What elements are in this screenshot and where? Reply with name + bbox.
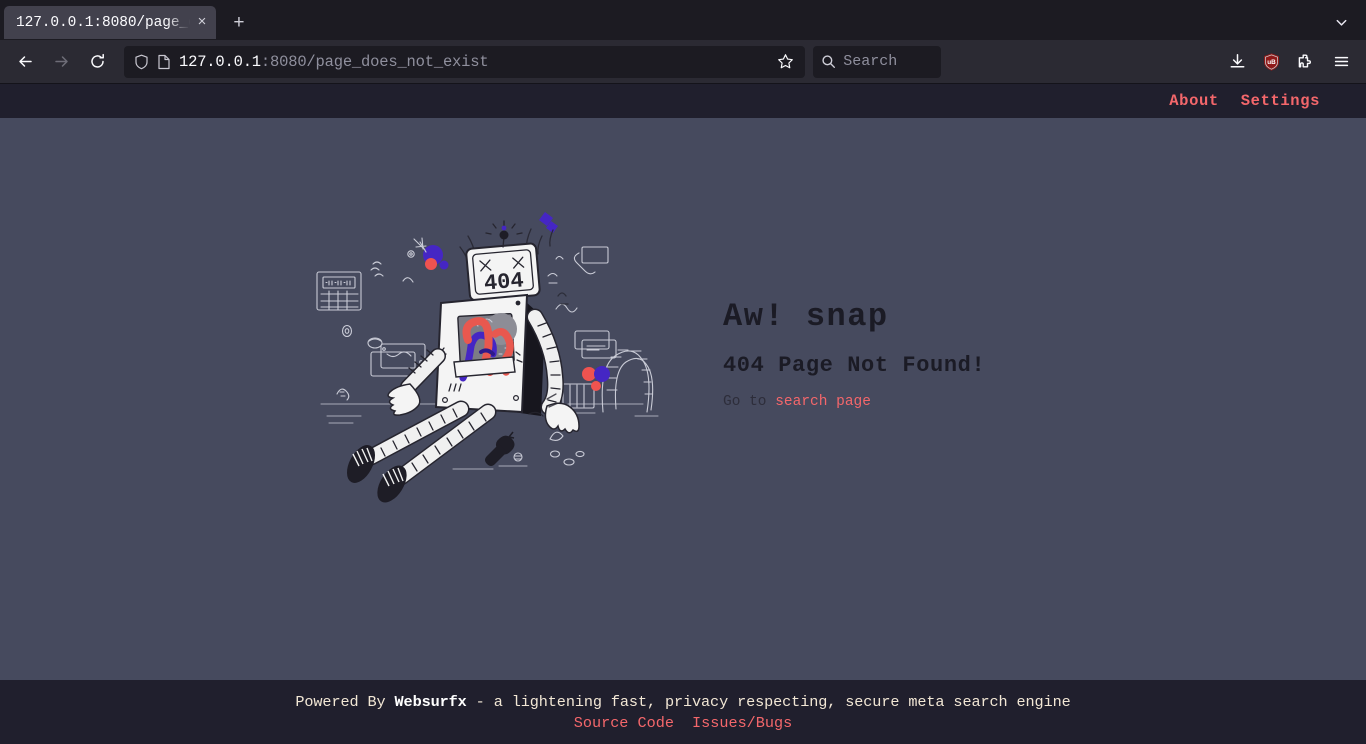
svg-text:uB: uB bbox=[1267, 58, 1276, 65]
new-tab-button[interactable]: + bbox=[222, 8, 256, 38]
ublock-origin-shield-icon[interactable]: uB bbox=[1256, 47, 1286, 77]
footer-link-issues[interactable]: Issues/Bugs bbox=[692, 714, 792, 732]
browser-window: 127.0.0.1:8080/page_d × + 127.0.0.1:8080… bbox=[0, 0, 1366, 744]
search-input[interactable]: Search bbox=[843, 53, 897, 70]
doodle-calculator bbox=[316, 271, 362, 311]
robot-left-arm bbox=[387, 348, 446, 416]
chevron-down-icon[interactable] bbox=[1324, 7, 1358, 37]
navigation-toolbar: 127.0.0.1:8080/page_does_not_exist Searc… bbox=[0, 40, 1366, 84]
site-header-nav: About Settings bbox=[0, 84, 1366, 118]
robot-legs bbox=[346, 400, 497, 503]
error-text-block: Aw! snap 404 Page Not Found! Go to searc… bbox=[723, 298, 1053, 410]
hamburger-menu-icon[interactable] bbox=[1324, 46, 1358, 78]
footer-tagline: Powered By Websurfx - a lightening fast,… bbox=[295, 693, 1070, 711]
extensions-puzzle-icon[interactable] bbox=[1288, 46, 1322, 78]
url-bar[interactable]: 127.0.0.1:8080/page_does_not_exist bbox=[124, 45, 806, 78]
color-dots-upper bbox=[413, 237, 449, 270]
nav-link-about[interactable]: About bbox=[1169, 92, 1219, 110]
site-footer: Powered By Websurfx - a lightening fast,… bbox=[0, 680, 1366, 744]
error-subtitle: 404 Page Not Found! bbox=[723, 353, 986, 378]
robot-screen-404: 404 bbox=[483, 268, 525, 296]
toolbar-icon-group: uB bbox=[1220, 46, 1358, 78]
reload-icon[interactable] bbox=[80, 46, 114, 78]
browser-tab-active[interactable]: 127.0.0.1:8080/page_d × bbox=[4, 6, 216, 39]
robot-torso bbox=[434, 293, 529, 414]
search-icon bbox=[821, 54, 836, 69]
download-icon[interactable] bbox=[1220, 46, 1254, 78]
page-title: Aw! snap bbox=[723, 298, 889, 335]
star-icon[interactable] bbox=[771, 48, 799, 76]
tab-strip: 127.0.0.1:8080/page_d × + bbox=[0, 0, 1366, 40]
footer-powered-prefix: Powered By bbox=[295, 692, 395, 711]
close-icon[interactable]: × bbox=[192, 13, 212, 33]
url-text: 127.0.0.1:8080/page_does_not_exist bbox=[179, 53, 763, 71]
shield-icon[interactable] bbox=[134, 54, 149, 70]
search-bar[interactable]: Search bbox=[813, 45, 942, 78]
footer-link-source-code[interactable]: Source Code bbox=[574, 714, 674, 732]
footer-link-group: Source Code Issues/Bugs bbox=[574, 714, 793, 732]
search-page-link[interactable]: search page bbox=[775, 394, 871, 410]
back-arrow-icon[interactable] bbox=[8, 46, 42, 78]
color-dots-lower bbox=[582, 366, 610, 391]
url-host: 127.0.0.1 bbox=[179, 52, 261, 71]
goto-line: Go to search page bbox=[723, 394, 1053, 410]
forward-arrow-icon[interactable] bbox=[44, 46, 78, 78]
nav-link-settings[interactable]: Settings bbox=[1241, 92, 1320, 110]
url-path: :8080/page_does_not_exist bbox=[260, 52, 489, 71]
footer-tagline-text: - a lightening fast, privacy respecting,… bbox=[466, 692, 1071, 711]
goto-prefix: Go to bbox=[723, 394, 776, 410]
tab-title: 127.0.0.1:8080/page_d bbox=[16, 14, 192, 31]
error-content: .ln { fill:none; stroke:#c9cbd6; stroke-… bbox=[0, 118, 1366, 680]
doodle-wrench bbox=[485, 431, 515, 466]
purple-bolt bbox=[539, 212, 558, 233]
detached-tube bbox=[601, 349, 654, 413]
page-document-icon bbox=[157, 54, 171, 70]
footer-brand: Websurfx bbox=[394, 692, 467, 711]
page-viewport: About Settings .ln { fill:none; stroke:#… bbox=[0, 84, 1366, 744]
broken-robot-404-illustration: .ln { fill:none; stroke:#c9cbd6; stroke-… bbox=[316, 212, 659, 503]
